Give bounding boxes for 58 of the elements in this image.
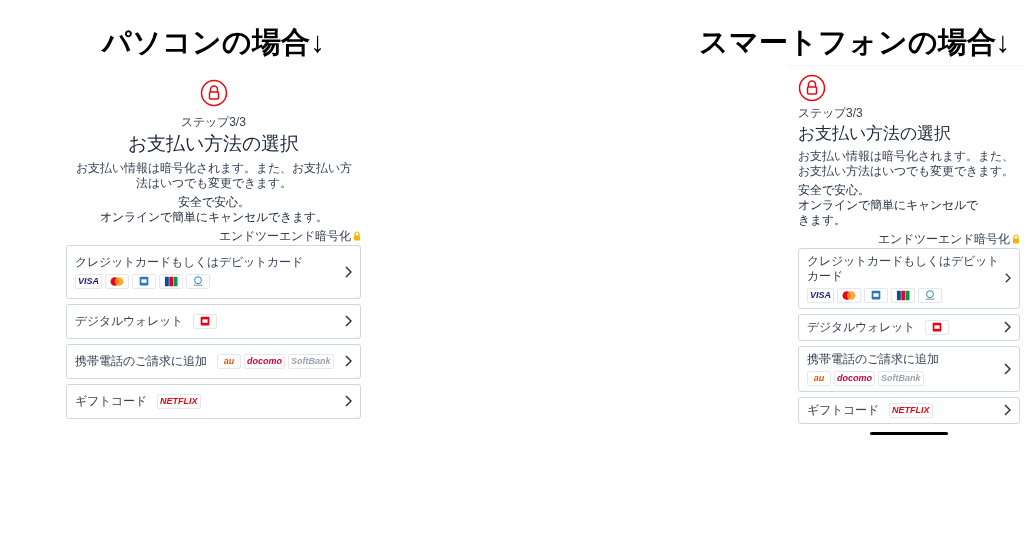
payment-option[interactable]: 携帯電話のご請求に追加 au docomo SoftBank <box>798 345 1020 392</box>
payment-option[interactable]: ギフトコード NETFLIX <box>798 396 1020 424</box>
description-text: お支払い情報は暗号化されます。また、お支払い方法はいつでも変更できます。 <box>74 160 353 191</box>
option-label: クレジットカードもしくはデビットカード <box>807 253 1000 284</box>
chevron-right-icon <box>345 395 352 407</box>
option-label: デジタルウォレット <box>807 319 915 335</box>
option-label: 携帯電話のご請求に追加 <box>807 351 939 367</box>
payment-logo: SoftBank <box>878 370 924 386</box>
step-label: ステップ3/3 <box>798 106 863 120</box>
page-title: お支払い方法の選択 <box>798 123 951 145</box>
payment-logo: docomo <box>834 370 875 386</box>
step-label: ステップ3/3 <box>181 115 246 129</box>
chevron-right-icon <box>1004 362 1011 375</box>
reassurance-text: オンラインで簡単にキャンセルできます。 <box>99 209 328 225</box>
option-label: ギフトコード <box>807 402 879 418</box>
globe-logo-icon <box>186 273 210 289</box>
lock-icon <box>1012 233 1020 244</box>
payment-logo: au <box>807 370 831 386</box>
page-title: お支払い方法の選択 <box>128 132 299 156</box>
payment-option[interactable]: デジタルウォレット <box>798 313 1020 341</box>
payment-logo: docomo <box>244 353 285 369</box>
lock-icon <box>353 230 361 241</box>
payment-logo: au <box>217 353 241 369</box>
payment-option[interactable]: クレジットカードもしくはデビットカード VISA <box>66 244 361 299</box>
lock-icon <box>798 74 826 102</box>
section-heading: パソコンの場合↓ <box>102 28 325 57</box>
chevron-right-icon <box>1004 404 1011 416</box>
globe-logo-icon <box>918 287 942 303</box>
option-label: クレジットカードもしくはデビットカード <box>75 254 303 270</box>
chevron-right-icon <box>1005 272 1011 284</box>
payment-option[interactable]: デジタルウォレット <box>66 303 361 339</box>
overlapping-circles-icon <box>837 287 861 303</box>
payment-logo: VISA <box>75 273 102 289</box>
lock-icon <box>199 79 228 107</box>
payment-logo: SoftBank <box>288 353 334 369</box>
chevron-right-icon <box>345 265 352 278</box>
card-logo-icon <box>159 273 183 289</box>
payment-option[interactable]: 携帯電話のご請求に追加 au docomo SoftBank <box>66 343 361 379</box>
reassurance-text: 安全で安心。 <box>177 194 250 210</box>
reassurance-text: 安全で安心。 <box>798 182 870 198</box>
option-label: 携帯電話のご請求に追加 <box>75 353 207 369</box>
option-label: デジタルウォレット <box>75 313 183 329</box>
description-text: お支払い情報は暗号化されます。また、お支払い方法はいつでも変更できます。 <box>798 148 1015 179</box>
encryption-note: エンドツーエンド暗号化 <box>878 231 1010 246</box>
section-heading: スマートフォンの場合↓ <box>698 28 1010 57</box>
overlapping-circles-icon <box>105 273 129 289</box>
reassurance-text: オンラインで簡単にキャンセルできます。 <box>798 197 978 228</box>
payment-logo: VISA <box>807 287 834 303</box>
payment-option[interactable]: クレジットカードもしくはデビットカード VISA <box>798 247 1020 309</box>
card-logo-icon <box>891 287 915 303</box>
payment-option[interactable]: ギフトコード NETFLIX <box>66 383 361 419</box>
chevron-right-icon <box>345 315 352 327</box>
chevron-right-icon <box>345 355 352 367</box>
payment-logo: NETFLIX <box>157 393 201 409</box>
option-label: ギフトコード <box>75 393 147 409</box>
encryption-note: エンドツーエンド暗号化 <box>219 228 351 243</box>
chevron-right-icon <box>1004 321 1011 333</box>
payment-logo: NETFLIX <box>889 402 933 418</box>
